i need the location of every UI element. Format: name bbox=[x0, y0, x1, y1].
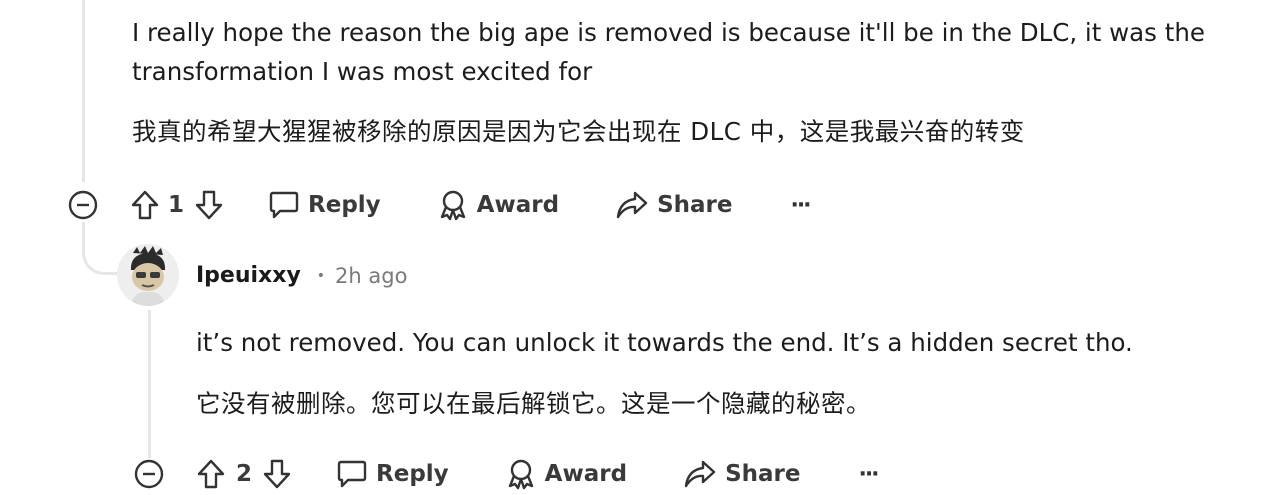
award-icon bbox=[440, 190, 465, 221]
meta-separator: • bbox=[316, 267, 326, 284]
reply-label: Reply bbox=[376, 461, 449, 487]
share-label: Share bbox=[725, 461, 801, 487]
username[interactable]: Ipeuixxy bbox=[196, 263, 301, 288]
vote-count: 1 bbox=[168, 192, 185, 218]
reply-comment-translation: 它没有被删除。您可以在最后解锁它。这是一个隐藏的秘密。 bbox=[196, 389, 871, 418]
reply-comment-body: it’s not removed. You can unlock it towa… bbox=[196, 328, 1133, 357]
reply-button[interactable]: Reply bbox=[336, 459, 449, 489]
parent-comment-line-2: transformation I was most excited for bbox=[132, 57, 593, 86]
reply-meta: Ipeuixxy • 2h ago bbox=[196, 263, 407, 288]
thread-line-reply[interactable] bbox=[148, 310, 151, 458]
parent-action-bar: 1 Reply Award Share ··· bbox=[66, 185, 812, 225]
award-label: Award bbox=[476, 192, 560, 218]
reply-action-bar: 2 Reply Award Share ··· bbox=[132, 454, 880, 494]
share-button[interactable]: Share bbox=[683, 459, 800, 489]
award-button[interactable]: Award bbox=[437, 189, 559, 221]
share-label: Share bbox=[657, 192, 733, 218]
vote-count: 2 bbox=[236, 461, 253, 487]
upvote-icon[interactable] bbox=[196, 458, 226, 490]
parent-comment-translation: 我真的希望大猩猩被移除的原因是因为它会出现在 DLC 中，这是我最兴奋的转变 bbox=[132, 117, 1025, 146]
reply-label: Reply bbox=[308, 192, 381, 218]
share-button[interactable]: Share bbox=[615, 190, 732, 220]
timestamp[interactable]: 2h ago bbox=[335, 264, 407, 288]
collapse-icon[interactable] bbox=[66, 189, 100, 221]
collapse-icon[interactable] bbox=[132, 458, 166, 490]
downvote-icon[interactable] bbox=[262, 458, 292, 490]
upvote-icon[interactable] bbox=[130, 189, 160, 221]
award-icon bbox=[508, 459, 533, 490]
more-icon[interactable]: ··· bbox=[858, 462, 879, 487]
comment-icon bbox=[269, 191, 299, 219]
avatar[interactable] bbox=[117, 244, 179, 306]
thread-line-parent[interactable] bbox=[82, 0, 85, 182]
more-icon[interactable]: ··· bbox=[790, 193, 811, 218]
share-icon bbox=[684, 460, 716, 488]
comment-icon bbox=[337, 460, 367, 488]
reply-button[interactable]: Reply bbox=[268, 190, 381, 220]
award-button[interactable]: Award bbox=[505, 458, 627, 490]
downvote-icon[interactable] bbox=[194, 189, 224, 221]
parent-comment-line-1: I really hope the reason the big ape is … bbox=[132, 18, 1205, 47]
share-icon bbox=[616, 191, 648, 219]
award-label: Award bbox=[544, 461, 628, 487]
